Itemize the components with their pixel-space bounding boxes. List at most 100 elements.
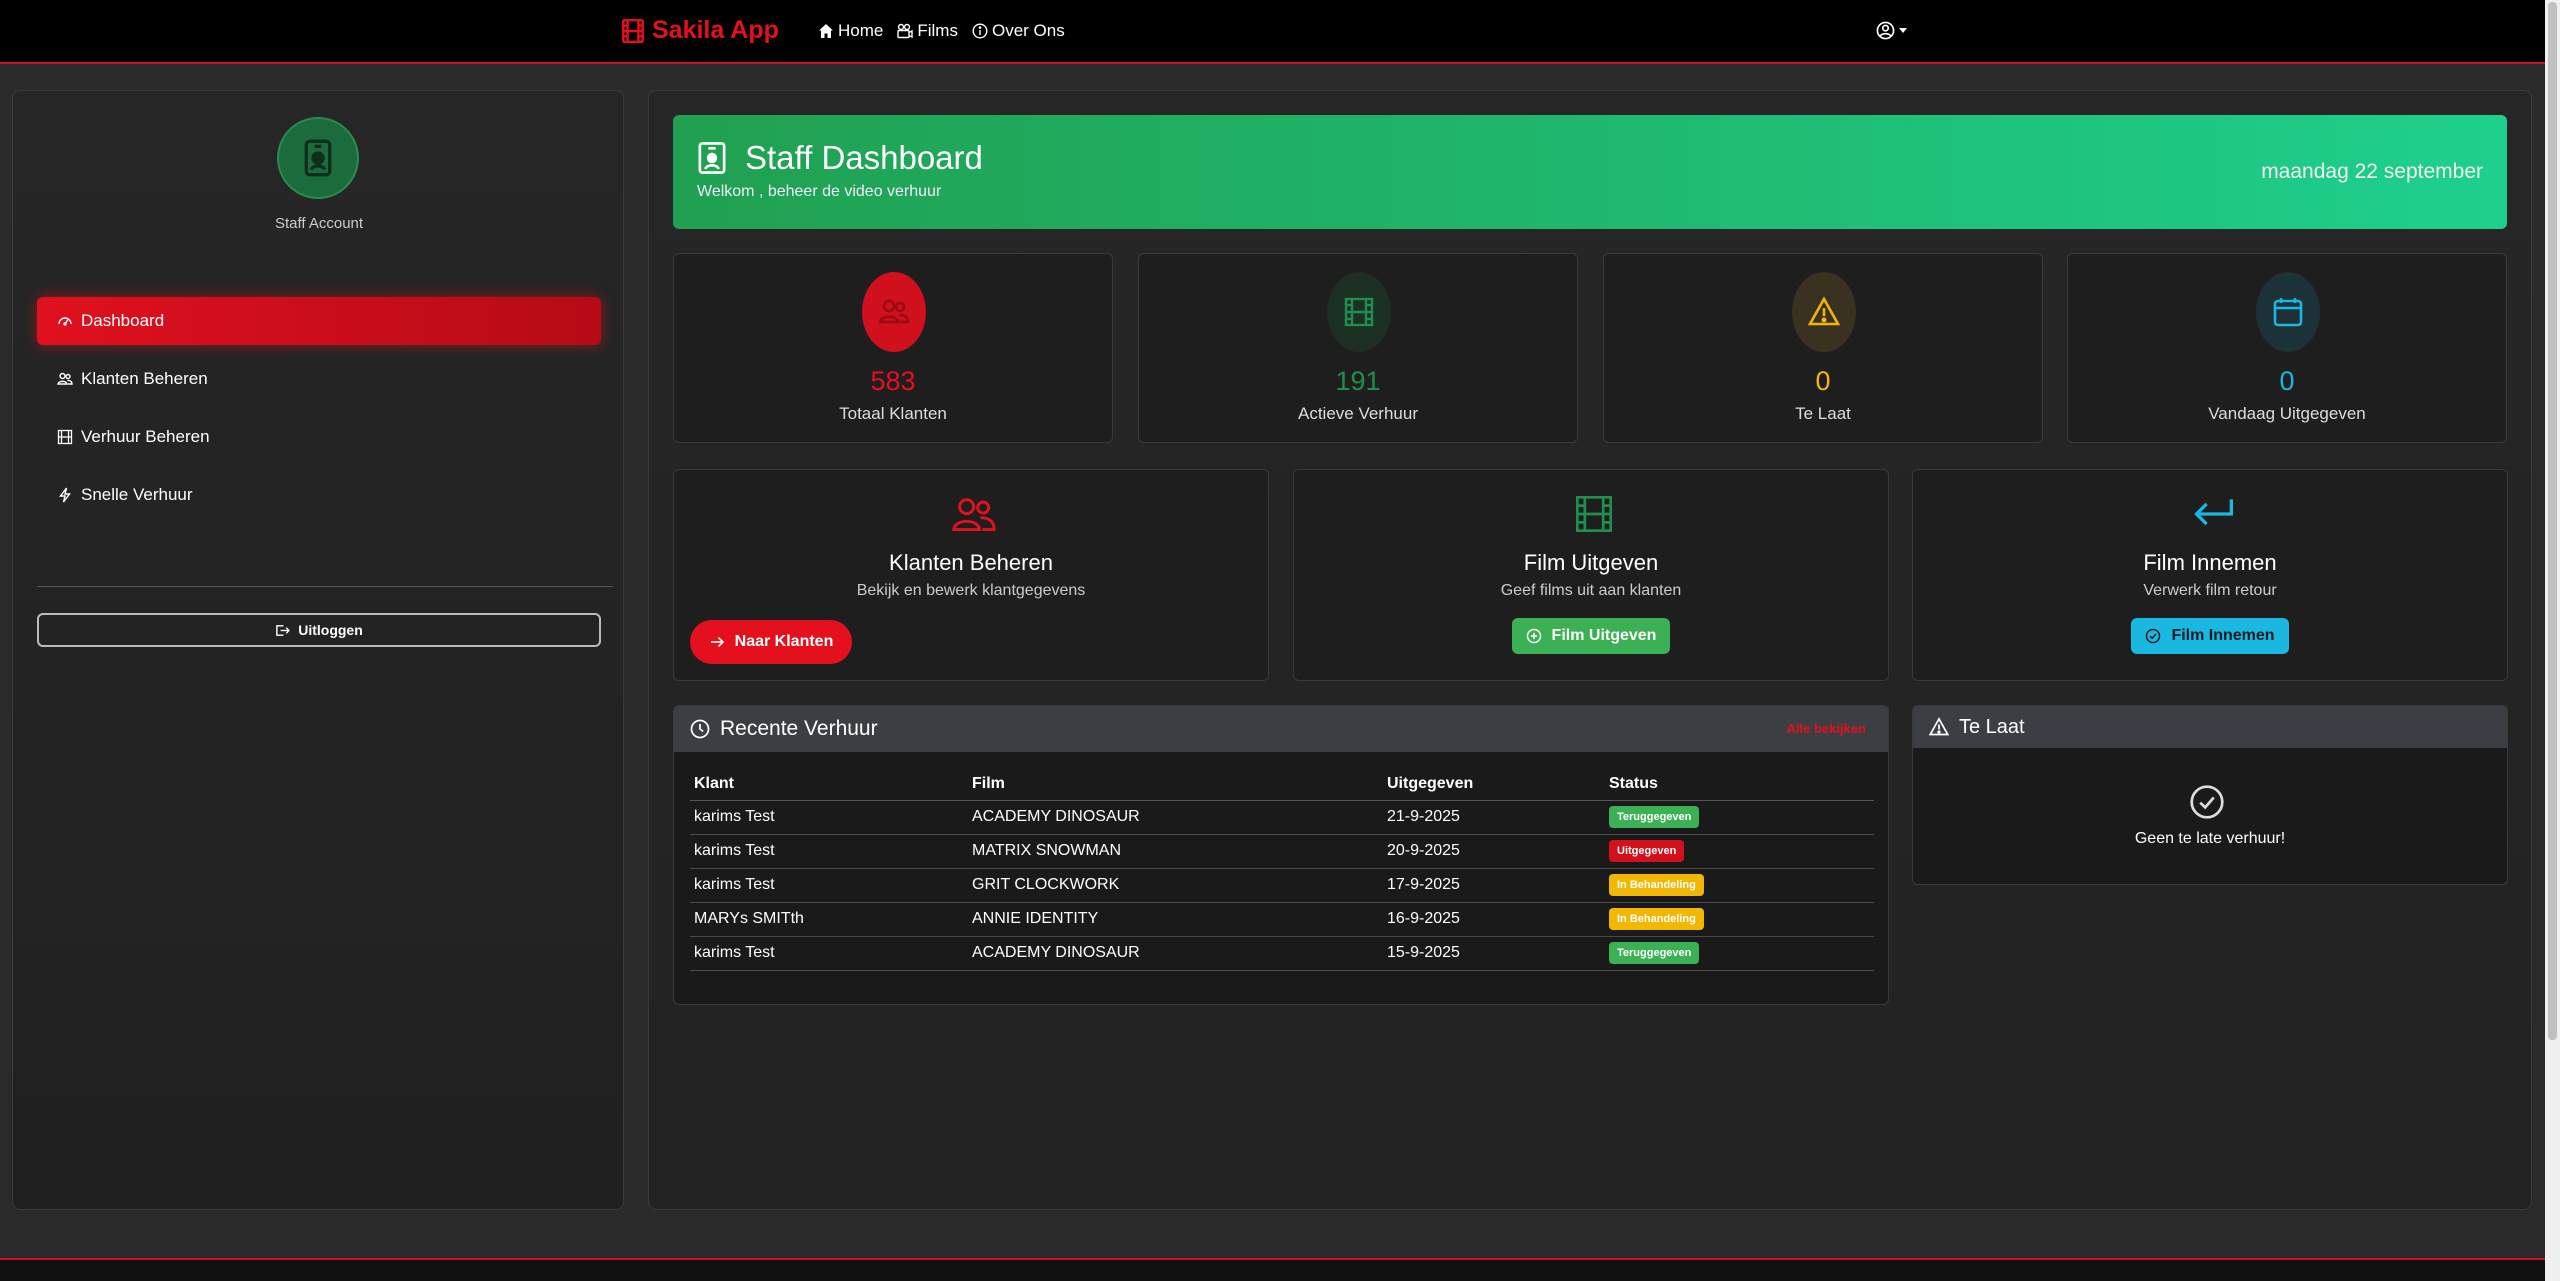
sidebar: Staff Account Dashboard Klanten Beheren … bbox=[12, 90, 624, 1210]
scrollbar-thumb[interactable] bbox=[2548, 2, 2557, 1040]
stat-value: 583 bbox=[870, 366, 916, 396]
status-badge: Teruggegeven bbox=[1609, 942, 1700, 964]
recent-rentals-table: Klant Film Uitgegeven Status karims Test… bbox=[690, 768, 1874, 971]
check-circle-icon bbox=[2190, 785, 2224, 819]
account-label: Staff Account bbox=[274, 215, 364, 232]
panel-title: Te Laat bbox=[1959, 715, 2025, 738]
film-cell: GRIT CLOCKWORK bbox=[968, 868, 1383, 903]
view-all-link[interactable]: Alle bekijken bbox=[1787, 721, 1866, 736]
action-title: Film Uitgeven bbox=[1523, 550, 1659, 575]
speedometer-icon bbox=[58, 317, 72, 326]
clock-icon bbox=[690, 719, 710, 739]
nav-home-link[interactable]: Home bbox=[818, 21, 883, 41]
footer bbox=[0, 1260, 2545, 1281]
people-icon bbox=[878, 299, 910, 324]
sidebar-item-klanten[interactable]: Klanten Beheren bbox=[37, 355, 601, 403]
people-icon bbox=[57, 372, 73, 385]
brand-label: Sakila App bbox=[652, 16, 779, 44]
stat-icon-circle bbox=[862, 272, 926, 352]
status-badge: Teruggegeven bbox=[1609, 806, 1700, 828]
sidebar-item-label: Dashboard bbox=[81, 311, 165, 330]
klant-cell: karims Test bbox=[690, 800, 968, 835]
sidebar-item-label: Snelle Verhuur bbox=[81, 485, 193, 504]
info-circle-icon bbox=[972, 23, 988, 39]
status-badge: In Behandeling bbox=[1609, 874, 1704, 896]
sidebar-item-label: Verhuur Beheren bbox=[81, 427, 210, 446]
action-description: Geef films uit aan klanten bbox=[1500, 582, 1682, 599]
status-cell: In Behandeling bbox=[1605, 868, 1874, 903]
people-icon bbox=[952, 498, 996, 532]
date-cell: 17-9-2025 bbox=[1383, 868, 1605, 903]
film-uitgeven-button[interactable]: Film Uitgeven bbox=[1512, 618, 1670, 654]
top-navbar: Sakila App Home Films Over Ons bbox=[0, 0, 2545, 64]
page-title: Staff Dashboard bbox=[745, 139, 983, 176]
date-cell: 20-9-2025 bbox=[1383, 834, 1605, 869]
date-cell: 16-9-2025 bbox=[1383, 902, 1605, 937]
dashboard-header: Staff Dashboard Welkom , beheer de video… bbox=[673, 115, 2507, 229]
sidebar-divider bbox=[37, 586, 613, 587]
calendar-icon bbox=[2273, 298, 2303, 327]
stat-label: Totaal Klanten bbox=[839, 404, 947, 423]
stat-label: Vandaag Uitgegeven bbox=[2208, 404, 2366, 423]
stat-icon-circle bbox=[2256, 272, 2320, 352]
nav-home-label: Home bbox=[838, 21, 884, 40]
column-header: Status bbox=[1605, 768, 1874, 801]
button-label: Film Innemen bbox=[2171, 627, 2275, 644]
sidebar-item-verhuur[interactable]: Verhuur Beheren bbox=[37, 413, 601, 461]
sidebar-item-label: Klanten Beheren bbox=[81, 369, 208, 388]
action-description: Bekijk en bewerk klantgegevens bbox=[856, 582, 1086, 599]
table-row: karims Test GRIT CLOCKWORK 17-9-2025 In … bbox=[690, 868, 1874, 903]
lightning-icon bbox=[59, 487, 71, 503]
stat-value: 0 bbox=[1815, 366, 1831, 396]
sidebar-menu: Dashboard Klanten Beheren Verhuur Behere… bbox=[37, 297, 601, 529]
status-cell: Teruggegeven bbox=[1605, 800, 1874, 835]
main-content: Staff Dashboard Welkom , beheer de video… bbox=[648, 90, 2532, 1210]
person-badge-icon bbox=[304, 139, 332, 177]
action-title: Klanten Beheren bbox=[889, 550, 1053, 575]
film-cell: ACADEMY DINOSAUR bbox=[968, 936, 1383, 971]
page-subtitle: Welkom , beheer de video verhuur bbox=[697, 183, 942, 200]
stat-card-vandaag-uitgegeven: 0 Vandaag Uitgegeven bbox=[2067, 253, 2507, 443]
stat-card-te-laat: 0 Te Laat bbox=[1603, 253, 2043, 443]
status-cell: Teruggegeven bbox=[1605, 936, 1874, 971]
arrow-right-icon bbox=[710, 636, 724, 648]
panel-header: Te Laat bbox=[1913, 706, 2507, 748]
recent-rentals-panel: Recente Verhuur Alle bekijken Klant Film… bbox=[673, 705, 1889, 1005]
nav-over-ons-label: Over Ons bbox=[991, 21, 1065, 40]
nav-over-ons-link[interactable]: Over Ons bbox=[972, 21, 1065, 41]
user-dropdown-toggle[interactable] bbox=[1876, 21, 1907, 40]
action-card-film-uitgeven: Film Uitgeven Geef films uit aan klanten… bbox=[1293, 469, 1889, 681]
action-card-klanten: Klanten Beheren Bekijk en bewerk klantge… bbox=[673, 469, 1269, 681]
naar-klanten-button[interactable]: Naar Klanten bbox=[690, 620, 852, 664]
column-header: Uitgegeven bbox=[1383, 768, 1605, 801]
empty-state-text: Geen te late verhuur! bbox=[2134, 830, 2286, 847]
stat-icon-circle bbox=[1792, 272, 1856, 352]
nav-films-label: Films bbox=[917, 21, 958, 40]
table-header-row: Klant Film Uitgegeven Status bbox=[690, 768, 1874, 801]
film-icon bbox=[57, 429, 73, 445]
column-header: Klant bbox=[690, 768, 968, 801]
column-header: Film bbox=[968, 768, 1383, 801]
film-innemen-button[interactable]: Film Innemen bbox=[2131, 618, 2289, 654]
klant-cell: MARYs SMITth bbox=[690, 902, 968, 937]
table-row: karims Test MATRIX SNOWMAN 20-9-2025 Uit… bbox=[690, 834, 1874, 869]
button-label: Naar Klanten bbox=[734, 633, 834, 650]
sidebar-item-dashboard[interactable]: Dashboard bbox=[37, 297, 601, 345]
brand-link[interactable]: Sakila App bbox=[620, 16, 779, 45]
date-cell: 15-9-2025 bbox=[1383, 936, 1605, 971]
page-scrollbar[interactable] bbox=[2545, 0, 2560, 1281]
sidebar-item-snelle-verhuur[interactable]: Snelle Verhuur bbox=[37, 471, 601, 519]
stat-label: Actieve Verhuur bbox=[1297, 404, 1418, 423]
stat-value: 191 bbox=[1335, 366, 1381, 396]
house-icon bbox=[819, 24, 833, 38]
action-card-film-innemen: Film Innemen Verwerk film retour Film In… bbox=[1912, 469, 2508, 681]
film-icon bbox=[622, 18, 644, 43]
film-cell: MATRIX SNOWMAN bbox=[968, 834, 1383, 869]
nav-films-link[interactable]: Films bbox=[897, 21, 958, 41]
klant-cell: karims Test bbox=[690, 936, 968, 971]
logout-label: Uitloggen bbox=[298, 622, 363, 638]
stat-card-actieve-verhuur: 191 Actieve Verhuur bbox=[1138, 253, 1578, 443]
status-badge: In Behandeling bbox=[1609, 908, 1704, 930]
logout-button[interactable]: Uitloggen bbox=[37, 613, 601, 647]
status-badge: Uitgegeven bbox=[1609, 840, 1685, 862]
